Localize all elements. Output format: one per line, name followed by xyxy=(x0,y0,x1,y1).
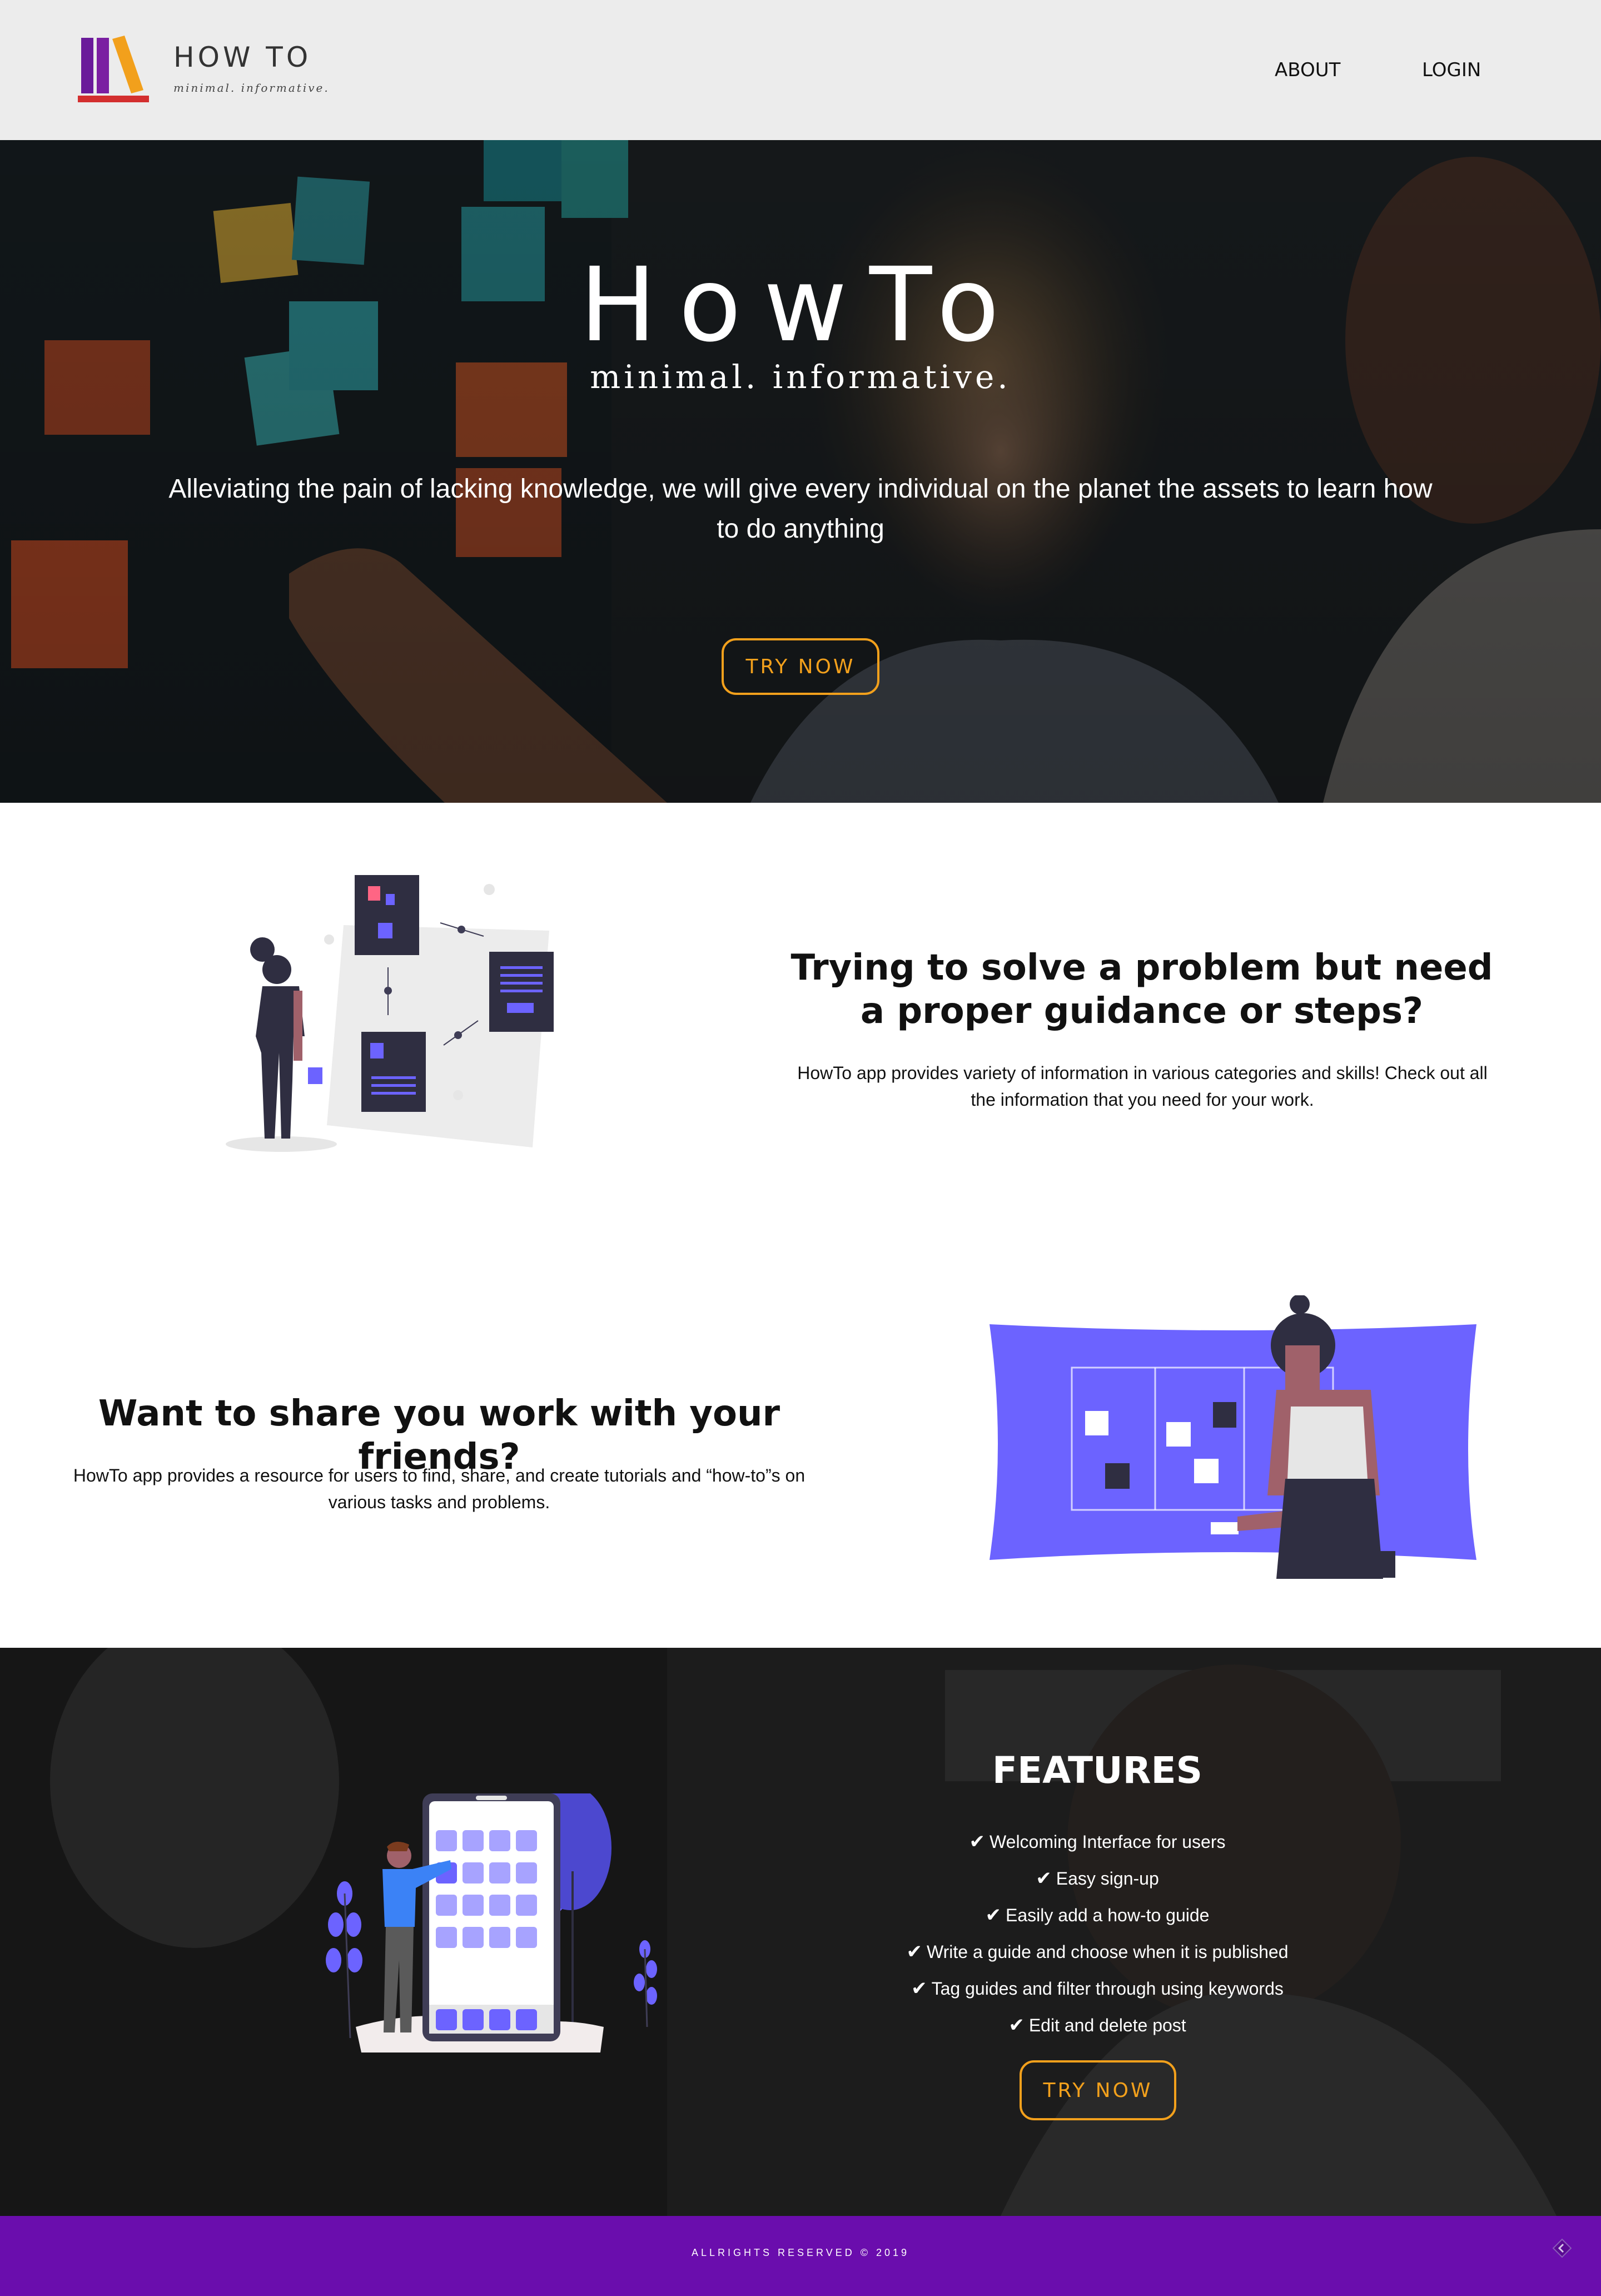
feature-item: ✔ Write a guide and choose when it is pub… xyxy=(819,1934,1375,1970)
site-header: HOW TO minimal. informative. ABOUT LOGIN xyxy=(0,0,1601,140)
check-icon: ✔ xyxy=(911,1978,927,1999)
scroll-top-icon[interactable] xyxy=(1551,2237,1573,2259)
features-title: FEATURES xyxy=(992,1749,1203,1792)
feature-item: ✔ Tag guides and filter through using key… xyxy=(819,1970,1375,2007)
problem-heading: Trying to solve a problem but need a pro… xyxy=(790,947,1493,1032)
hero-try-now-button[interactable]: TRY NOW xyxy=(722,638,879,695)
hero-section: HowTo minimal. informative. Alleviating … xyxy=(0,140,1601,803)
feature-item: ✔ Easily add a how-to guide xyxy=(819,1897,1375,1934)
problem-text: HowTo app provides variety of informatio… xyxy=(797,1063,1488,1110)
features-list: ✔ Welcoming Interface for users ✔ Easy sig… xyxy=(819,1823,1375,2044)
nav-about-link[interactable]: ABOUT xyxy=(1275,59,1340,81)
check-icon: ✔ xyxy=(906,1941,923,1962)
feature-item: ✔ Edit and delete post xyxy=(819,2007,1375,2044)
logo-title[interactable]: HOW TO xyxy=(173,41,311,73)
copyright-text: ALLRIGHTS RESERVED © 2019 xyxy=(691,2247,910,2258)
feature-item: ✔ Easy sign-up xyxy=(819,1860,1375,1897)
check-icon: ✔ xyxy=(1008,2015,1025,2036)
check-icon: ✔ xyxy=(969,1831,986,1852)
features-section: FEATURES ✔ Welcoming Interface for users … xyxy=(0,1648,1601,2216)
books-logo-icon[interactable] xyxy=(78,34,152,105)
feature-item: ✔ Welcoming Interface for users xyxy=(819,1823,1375,1860)
site-footer: ALLRIGHTS RESERVED © 2019 xyxy=(0,2216,1601,2296)
logo-tagline: minimal. informative. xyxy=(173,81,330,95)
feature-label: Edit and delete post xyxy=(1028,2015,1186,2035)
phone-app-illustration xyxy=(326,1793,657,2053)
feature-label: Welcoming Interface for users xyxy=(990,1831,1226,1852)
feature-label: Tag guides and filter through using keyw… xyxy=(931,1978,1284,1999)
woman-board-illustration xyxy=(226,875,554,1152)
feature-label: Easy sign-up xyxy=(1056,1868,1159,1889)
check-icon: ✔ xyxy=(1036,1868,1052,1889)
hero-title: HowTo xyxy=(579,246,1022,365)
check-icon: ✔ xyxy=(985,1905,1002,1926)
presenter-illustration xyxy=(990,1295,1476,1579)
feature-label: Easily add a how-to guide xyxy=(1006,1905,1210,1925)
hero-description: Alleviating the pain of lacking knowledg… xyxy=(168,474,1433,544)
hero-subtitle: minimal. informative. xyxy=(590,358,1011,396)
feature-label: Write a guide and choose when it is publ… xyxy=(927,1941,1289,1962)
share-text: HowTo app provides a resource for users … xyxy=(73,1465,806,1512)
features-try-now-button[interactable]: TRY NOW xyxy=(1020,2060,1176,2120)
nav-login-link[interactable]: LOGIN xyxy=(1422,59,1481,81)
